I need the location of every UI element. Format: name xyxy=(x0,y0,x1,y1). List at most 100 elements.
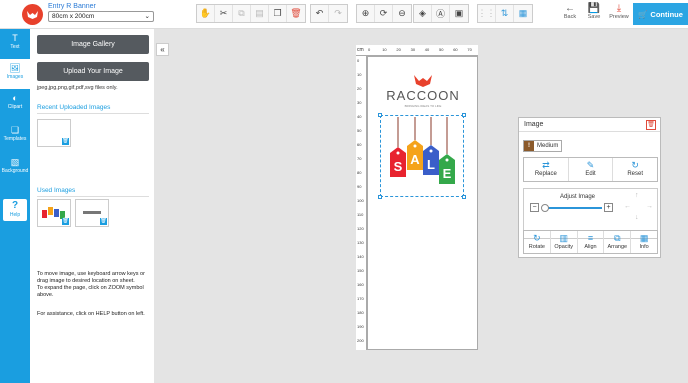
copy-icon[interactable]: ⧉ xyxy=(233,5,251,22)
quality-badge: ! Medium xyxy=(523,140,563,152)
refresh-icon[interactable]: ⟳ xyxy=(375,5,393,22)
redo-icon[interactable]: ↷ xyxy=(329,5,347,22)
ruler-tick-label: 180 xyxy=(357,310,364,315)
used-images-heading: Used Images xyxy=(37,187,149,197)
file-types-note: jpeg,jpg,png,gif,pdf,svg files only. xyxy=(37,85,118,91)
brand-tagline: BRINGING IDEAS TO LIFE xyxy=(405,104,442,108)
save-button[interactable]: 💾 Save xyxy=(582,3,606,20)
used-thumbnail-logo[interactable]: 🗑 xyxy=(75,199,109,227)
quality-label: Medium xyxy=(537,143,559,149)
info-button[interactable]: ▦ Info xyxy=(631,231,657,253)
recent-thumbnail[interactable]: 🗑 xyxy=(37,119,71,147)
ruler-tick-label: 40 xyxy=(424,47,430,52)
delete-icon[interactable]: 🗑 xyxy=(287,5,305,22)
trash-icon[interactable]: 🗑 xyxy=(62,138,69,145)
collapse-panel-button[interactable]: « xyxy=(156,43,169,56)
sidebar-item-templates[interactable]: ❏ Templates xyxy=(0,125,30,153)
upload-image-button[interactable]: Upload Your Image xyxy=(37,62,149,81)
text-icon: T xyxy=(12,33,18,43)
save-icon: 💾 xyxy=(587,3,601,14)
zoom-plus-button[interactable]: + xyxy=(604,203,613,212)
arrange-icon: ⧉ xyxy=(614,233,621,243)
background-icon: ▧ xyxy=(10,157,20,167)
zoom-in-icon[interactable]: ⊕ xyxy=(357,5,375,22)
arrow-right-icon[interactable]: → xyxy=(646,203,653,210)
banner-artwork: RACCOON BRINGING IDEAS TO LIFE S A LE xyxy=(386,75,459,184)
image-panel-title: Image xyxy=(524,121,544,128)
image-icon[interactable]: ▣ xyxy=(450,5,468,22)
arrange-button[interactable]: ⧉ Arrange xyxy=(604,231,632,253)
ruler-tick-label: 200 xyxy=(357,338,364,343)
size-slider[interactable] xyxy=(542,207,602,209)
sidebar-item-background[interactable]: ▧ Background xyxy=(0,157,30,185)
ruler-tick-label: 70 xyxy=(357,156,362,161)
pencil-icon: ✎ xyxy=(586,160,595,170)
design-sheet[interactable]: RACCOON BRINGING IDEAS TO LIFE SALE xyxy=(367,56,478,350)
align-label: Align xyxy=(584,244,597,250)
duplicate-icon[interactable]: ❐ xyxy=(269,5,287,22)
edit-tool-group: ✋ ✂ ⧉ ▤ ❐ 🗑 xyxy=(196,4,306,23)
opacity-icon: ▥ xyxy=(559,233,568,243)
arrow-up-icon[interactable]: ↑ xyxy=(635,192,639,199)
trash-icon[interactable]: 🗑 xyxy=(100,218,107,225)
continue-button[interactable]: 🛒 Continue xyxy=(633,3,688,25)
recent-uploads-heading: Recent Uploaded Images xyxy=(37,104,149,114)
delete-image-icon[interactable]: 🗑 xyxy=(646,120,656,130)
horizontal-ruler: cm 0 10 20 30 40 50 60 70 xyxy=(356,45,478,56)
trash-icon[interactable]: 🗑 xyxy=(62,218,69,225)
replace-button[interactable]: ⇄ Replace xyxy=(524,158,569,181)
ruler-tick-label: 100 xyxy=(357,198,364,203)
layers-icon[interactable]: ◈ xyxy=(414,5,432,22)
image-gallery-button[interactable]: Image Gallery xyxy=(37,35,149,54)
replace-label: Replace xyxy=(534,171,557,177)
grid-icon[interactable]: ⋮⋮ xyxy=(478,5,496,22)
warning-icon: ! xyxy=(524,141,534,151)
clipart-icon: ◐ xyxy=(12,93,18,103)
brand-logo[interactable] xyxy=(22,4,43,25)
selection-box[interactable] xyxy=(378,113,466,199)
resize-handle[interactable] xyxy=(462,113,466,117)
rotate-icon: ↻ xyxy=(533,233,541,243)
image-actions: ⇄ Replace ✎ Edit ↻ Reset xyxy=(523,157,658,182)
paste-icon[interactable]: ▤ xyxy=(251,5,269,22)
ruler-unit: cm xyxy=(357,47,364,53)
text-box-icon[interactable]: Ⓐ xyxy=(432,5,450,22)
ruler-tick-label: 110 xyxy=(357,212,364,217)
resize-handle[interactable] xyxy=(462,195,466,199)
guides-icon[interactable]: ⇅ xyxy=(496,5,514,22)
sidebar-item-images[interactable]: 🖼 Images xyxy=(0,59,30,89)
used-thumbnail-sale[interactable]: 🗑 xyxy=(37,199,71,227)
zoom-out-icon[interactable]: ⊖ xyxy=(393,5,411,22)
pan-icon[interactable]: ✋ xyxy=(197,5,215,22)
ruler-tick-label: 20 xyxy=(396,47,401,52)
preview-button[interactable]: ⤓ Preview xyxy=(607,3,631,20)
reset-button[interactable]: ↻ Reset xyxy=(613,158,657,181)
images-icon: 🖼 xyxy=(9,63,21,73)
sidebar-item-text[interactable]: T Text xyxy=(0,33,30,58)
size-dropdown[interactable]: 80cm x 200cm ⌄ xyxy=(48,11,154,22)
arrow-down-icon[interactable]: ↓ xyxy=(635,214,639,221)
size-value: 80cm x 200cm xyxy=(52,13,95,20)
vertical-ruler: 0 10 20 30 40 50 60 70 80 90 100 110 120 130 140 150 160… xyxy=(356,56,367,350)
arrow-left-icon[interactable]: ← xyxy=(624,203,631,210)
rotate-button[interactable]: ↻ Rotate xyxy=(524,231,551,253)
ruler-tick-label: 40 xyxy=(357,114,362,119)
zoom-minus-button[interactable]: − xyxy=(530,203,539,212)
margins-icon[interactable]: ▦ xyxy=(514,5,532,22)
align-button[interactable]: ≡ Align xyxy=(578,231,605,253)
opacity-button[interactable]: ▥ Opacity xyxy=(551,231,578,253)
resize-handle[interactable] xyxy=(378,195,382,199)
ruler-tick-label: 90 xyxy=(357,184,362,189)
help-button[interactable]: ? Help xyxy=(3,199,27,221)
help-label: Help xyxy=(9,212,21,218)
replace-icon: ⇄ xyxy=(542,160,550,170)
brand-name: RACCOON xyxy=(386,88,459,103)
back-button[interactable]: ← Back xyxy=(558,3,582,20)
resize-handle[interactable] xyxy=(378,113,382,117)
slider-knob[interactable] xyxy=(541,204,549,212)
undo-icon[interactable]: ↶ xyxy=(311,5,329,22)
cut-icon[interactable]: ✂ xyxy=(215,5,233,22)
edit-button[interactable]: ✎ Edit xyxy=(569,158,614,181)
sidebar-item-clipart[interactable]: ◐ Clipart xyxy=(0,93,30,121)
back-label: Back xyxy=(563,14,577,20)
